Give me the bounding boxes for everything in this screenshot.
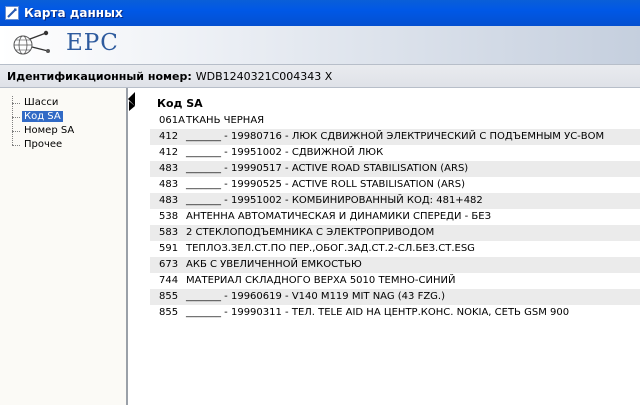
navigation-tree: Шасси Код SA Номер SA Прочее	[10, 96, 76, 152]
expand-right-arrow-icon[interactable]	[129, 101, 135, 111]
sa-description: _______ - 19990517 - ACTIVE ROAD STABILI…	[186, 163, 469, 174]
tree-item-label: Код SA	[22, 111, 63, 122]
sa-description: _______ - 19951002 - КОМБИНИРОВАННЫЙ КОД…	[186, 195, 483, 206]
list-item: 412 _______ - 19980716 - ЛЮК СДВИЖНОЙ ЭЛЕ…	[150, 129, 640, 145]
sa-code: 483	[159, 179, 179, 190]
sa-description: 2 СТЕКЛОПОДЪЕМНИКА С ЭЛЕКТРОПРИВОДОМ	[186, 227, 435, 238]
sa-description: _______ - 19990525 - ACTIVE ROLL STABILI…	[186, 179, 465, 190]
sa-code: 483	[159, 163, 179, 174]
list-item: 583 2 СТЕКЛОПОДЪЕМНИКА С ЭЛЕКТРОПРИВОДОМ	[150, 225, 640, 241]
window-title: Карта данных	[24, 6, 123, 20]
sa-code: 412	[159, 147, 179, 158]
list-item: 061AТКАНЬ ЧЕРНАЯ	[150, 113, 640, 129]
tree-item-label: Прочее	[24, 139, 63, 150]
epc-globe-logo-icon	[13, 30, 50, 55]
tree-item-chassis[interactable]: Шасси	[10, 96, 76, 110]
sa-code: 483	[159, 195, 179, 206]
sa-code: 673	[159, 259, 179, 270]
sa-description: _______ - 19960619 - V140 M119 MIT NAG (…	[186, 291, 446, 302]
sa-description: АКБ С УВЕЛИЧЕННОЙ ЕМКОСТЬЮ	[186, 259, 362, 270]
list-item: 673 АКБ С УВЕЛИЧЕННОЙ ЕМКОСТЬЮ	[150, 257, 640, 273]
sa-description: ТКАНЬ ЧЕРНАЯ	[186, 115, 265, 126]
sa-code: 061A	[159, 115, 185, 126]
panel-splitter[interactable]	[128, 88, 138, 405]
list-item: 412 _______ - 19951002 - СДВИЖНОЙ ЛЮК	[150, 145, 640, 161]
list-item: 483 _______ - 19990517 - ACTIVE ROAD STAB…	[150, 161, 640, 177]
sa-code: 412	[159, 131, 179, 142]
sa-code-list: 061AТКАНЬ ЧЕРНАЯ 412 _______ - 19980716 -…	[150, 113, 640, 321]
content-header: Код SA	[157, 97, 203, 110]
identification-bar: Идентификационный номер: WDB1240321C0043…	[0, 64, 640, 88]
sa-description: АНТЕННА АВТОМАТИЧЕСКАЯ И ДИНАМИКИ СПЕРЕД…	[186, 211, 492, 222]
sa-code: 538	[159, 211, 179, 222]
list-item: 591 ТЕПЛОЗ.ЗЕЛ.СТ.ПО ПЕР.,ОБОГ.ЗАД.СТ.2-С…	[150, 241, 640, 257]
tree-item-sa-number[interactable]: Номер SA	[10, 124, 76, 138]
list-item: 483 _______ - 19951002 - КОМБИНИРОВАННЫЙ …	[150, 193, 640, 209]
sa-description: _______ - 19980716 - ЛЮК СДВИЖНОЙ ЭЛЕКТР…	[186, 131, 605, 142]
tree-item-sa-code[interactable]: Код SA	[10, 110, 76, 124]
sa-description: ТЕПЛОЗ.ЗЕЛ.СТ.ПО ПЕР.,ОБОГ.ЗАД.СТ.2-СЛ.Б…	[186, 243, 475, 254]
list-item: 538 АНТЕННА АВТОМАТИЧЕСКАЯ И ДИНАМИКИ СПЕ…	[150, 209, 640, 225]
identification-number: WDB1240321C004343 X	[195, 69, 333, 83]
sa-code: 583	[159, 227, 179, 238]
sa-code: 744	[159, 275, 179, 286]
tree-item-other[interactable]: Прочее	[10, 138, 76, 152]
list-item: 744 МАТЕРИАЛ СКЛАДНОГО ВЕРХА 5010 ТЕМНО-С…	[150, 273, 640, 289]
app-window-icon	[5, 6, 19, 20]
sa-code-content: Код SA 061AТКАНЬ ЧЕРНАЯ 412 _______ - 199…	[150, 88, 640, 405]
sa-code: 855	[159, 291, 179, 302]
list-item: 855 _______ - 19990311 - ТЕЛ. TELE AID НА…	[150, 305, 640, 321]
title-bar: Карта данных	[0, 0, 640, 26]
sa-description: _______ - 19951002 - СДВИЖНОЙ ЛЮК	[186, 147, 384, 158]
sa-code: 591	[159, 243, 179, 254]
identification-label: Идентификационный номер:	[7, 69, 192, 83]
sa-description: МАТЕРИАЛ СКЛАДНОГО ВЕРХА 5010 ТЕМНО-СИНИ…	[186, 275, 456, 286]
list-item: 483 _______ - 19990525 - ACTIVE ROLL STAB…	[150, 177, 640, 193]
tree-item-label: Номер SA	[24, 125, 75, 136]
sa-code: 855	[159, 307, 179, 318]
navigation-tree-panel: Шасси Код SA Номер SA Прочее	[0, 88, 128, 405]
epc-logo-text: EPC	[66, 30, 119, 56]
sa-description: _______ - 19990311 - ТЕЛ. TELE AID НА ЦЕ…	[186, 307, 570, 318]
list-item: 855 _______ - 19960619 - V140 M119 MIT NA…	[150, 289, 640, 305]
tree-item-label: Шасси	[24, 97, 59, 108]
epc-banner: EPC	[0, 26, 640, 64]
